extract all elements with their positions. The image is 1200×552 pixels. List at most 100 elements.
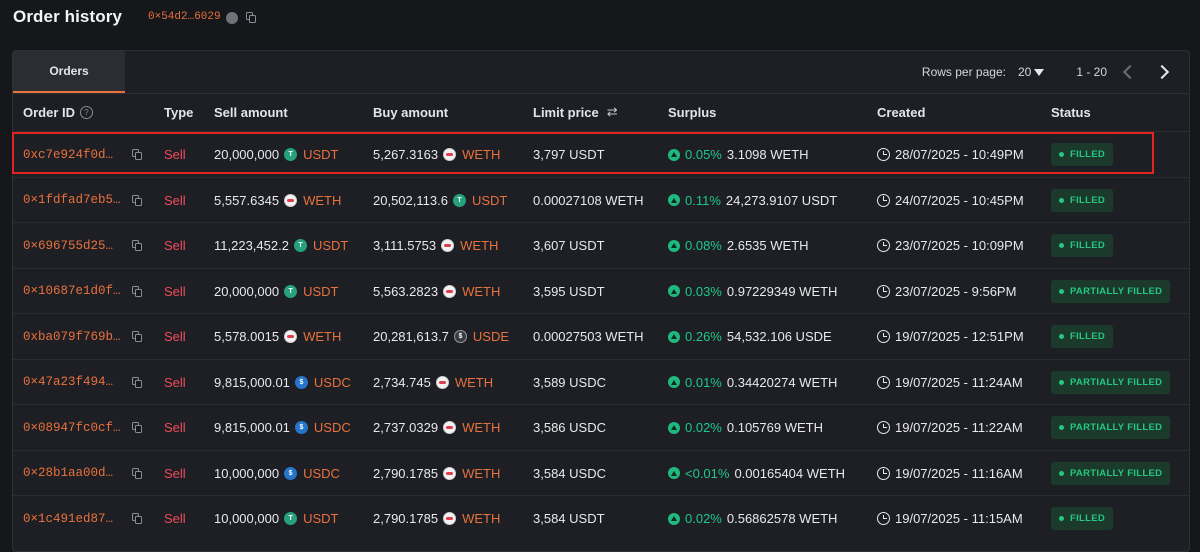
surplus-percent: <0.01% — [685, 465, 730, 481]
status-dot-icon — [1059, 425, 1064, 431]
order-id-link[interactable]: 0×47a23f494… — [23, 375, 113, 389]
token-symbol: USDT — [303, 283, 339, 299]
status-dot-icon — [1059, 243, 1064, 249]
created-date: 19/07/2025 - 11:22AM — [895, 420, 1023, 436]
surplus-cell: 0.08% 2.6535 WETH — [668, 223, 809, 269]
buy-amount: 2,790.1785 — [373, 511, 439, 527]
chevron-right-icon — [1154, 64, 1170, 80]
sell-token-icon: T — [284, 148, 298, 162]
sell-amount: 9,815,000.01 — [214, 374, 290, 390]
copy-icon[interactable] — [132, 149, 142, 161]
sell-amount: 5,578.0015 — [214, 329, 280, 345]
copy-icon[interactable] — [132, 194, 142, 206]
table-row[interactable]: 0×47a23f494… Sell 9,815,000.01 $ USDC 2,73… — [13, 358, 1189, 406]
created-date: 19/07/2025 - 12:51PM — [895, 329, 1024, 345]
order-id-link[interactable]: 0×696755d25… — [23, 239, 113, 253]
table-row[interactable]: 0×696755d25… Sell 11,223,452.2 T USDT 3,11… — [13, 222, 1189, 269]
surplus-cell: 0.11% 24,273.9107 USDT — [668, 178, 837, 224]
account-address[interactable]: 0×54d2…6029 — [148, 11, 221, 23]
help-icon[interactable]: ? — [80, 105, 94, 119]
sell-amount: 11,223,452.2 — [214, 238, 289, 254]
status-badge: FILLED — [1051, 188, 1114, 212]
buy-amount: 2,790.1785 — [373, 465, 439, 481]
sell-amount: 9,815,000.01 — [214, 420, 290, 436]
created-date: 19/07/2025 - 11:15AM — [895, 511, 1023, 527]
copy-icon[interactable] — [132, 240, 142, 252]
table-row[interactable]: 0×28b1aa00d… Sell 10,000,000 $ USDC 2,790.… — [13, 449, 1189, 497]
created-date: 28/07/2025 - 10:49PM — [895, 147, 1024, 163]
surplus-cell: 0.26% 54,532.106 USDE — [668, 314, 832, 360]
col-sell-amount: Sell amount — [214, 104, 288, 120]
created-date: 19/07/2025 - 11:24AM — [895, 374, 1023, 390]
previous-page-button[interactable] — [1121, 63, 1139, 81]
sell-amount-cell: 20,000,000 T USDT — [214, 269, 338, 315]
buy-token-icon — [443, 421, 457, 435]
order-id-link[interactable]: 0xba079f769b… — [23, 330, 121, 344]
copy-icon[interactable] — [132, 376, 142, 388]
limit-price: 3,607 USDT — [533, 238, 605, 254]
buy-amount: 20,502,113.6 — [373, 192, 448, 208]
surplus-cell: 0.03% 0.97229349 WETH — [668, 269, 837, 315]
col-order-id: Order ID? — [23, 94, 94, 130]
order-id-link[interactable]: 0×10687e1d0f… — [23, 284, 121, 298]
buy-amount: 5,563.2823 — [373, 283, 439, 299]
rows-per-page-select[interactable]: 20 — [1018, 65, 1045, 79]
sell-amount-cell: 5,578.0015 WETH — [214, 314, 341, 360]
next-page-button[interactable] — [1153, 63, 1171, 81]
surplus-percent: 0.26% — [685, 329, 722, 345]
chevron-left-icon — [1122, 64, 1138, 80]
table-row[interactable]: 0×1c491ed87… Sell 10,000,000 T USDT 2,790.… — [13, 495, 1189, 542]
sell-amount: 20,000,000 — [214, 147, 280, 163]
copy-icon[interactable] — [132, 467, 142, 479]
status-label: FILLED — [1070, 331, 1106, 343]
copy-icon[interactable] — [132, 331, 142, 343]
sell-amount: 5,557.6345 — [214, 192, 280, 208]
swap-icon[interactable]: ⇄ — [607, 104, 618, 120]
sell-token-icon: $ — [294, 375, 308, 389]
order-id-link[interactable]: 0×1c491ed87… — [23, 512, 113, 526]
tab-orders[interactable]: Orders — [13, 51, 125, 93]
surplus-cell: 0.02% 0.56862578 WETH — [668, 496, 837, 542]
order-type: Sell — [164, 147, 186, 163]
order-id-link[interactable]: 0xc7e924f0d… — [23, 148, 113, 162]
table-row[interactable]: 0×10687e1d0f… Sell 20,000,000 T USDT 5,563… — [13, 267, 1189, 315]
buy-amount-cell: 2,734.745 WETH — [373, 360, 493, 406]
token-symbol: WETH — [462, 511, 501, 527]
table-row[interactable]: 0xba079f769b… Sell 5,578.0015 WETH 20,281… — [13, 313, 1189, 360]
order-id-link[interactable]: 0×28b1aa00d… — [23, 466, 113, 480]
sell-amount-cell: 9,815,000.01 $ USDC — [214, 360, 351, 406]
table-row[interactable]: 0xc7e924f0d… Sell 20,000,000 T USDT 5,267.… — [13, 131, 1189, 178]
buy-amount: 20,281,613.7 — [373, 329, 449, 345]
token-symbol: WETH — [303, 329, 342, 345]
sell-amount: 10,000,000 — [214, 465, 280, 481]
created-date: 19/07/2025 - 11:16AM — [895, 465, 1023, 481]
order-id-link[interactable]: 0×1fdfad7eb5… — [23, 193, 121, 207]
status-label: PARTIALLY FILLED — [1070, 467, 1163, 479]
status-badge: PARTIALLY FILLED — [1051, 279, 1171, 303]
surplus-percent: 0.01% — [685, 374, 722, 390]
status-label: PARTIALLY FILLED — [1070, 285, 1163, 297]
copy-icon[interactable] — [132, 285, 142, 297]
table-row[interactable]: 0×1fdfad7eb5… Sell 5,557.6345 WETH 20,502… — [13, 176, 1189, 224]
buy-token-icon: $ — [453, 330, 467, 344]
sell-token-icon: $ — [294, 421, 308, 435]
status-badge: FILLED — [1051, 143, 1114, 167]
surplus-cell: 0.05% 3.1098 WETH — [668, 132, 809, 178]
copy-icon[interactable] — [132, 422, 142, 434]
token-symbol: WETH — [460, 238, 499, 254]
orders-panel: Orders Rows per page: 20 1 - 20 Order ID… — [12, 50, 1190, 552]
created-cell: 19/07/2025 - 12:51PM — [877, 314, 1024, 360]
col-status: Status — [1051, 104, 1091, 120]
created-cell: 23/07/2025 - 10:09PM — [877, 223, 1024, 269]
sell-amount-cell: 20,000,000 T USDT — [214, 132, 338, 178]
token-symbol: WETH — [462, 465, 501, 481]
status-label: FILLED — [1070, 149, 1106, 161]
sell-amount-cell: 11,223,452.2 T USDT — [214, 223, 348, 269]
table-row[interactable]: 0×08947fc0cf… Sell 9,815,000.01 $ USDC 2,7… — [13, 404, 1189, 451]
copy-icon[interactable] — [245, 11, 256, 23]
explorer-link-icon[interactable] — [225, 12, 238, 24]
copy-icon[interactable] — [132, 513, 142, 525]
order-id-link[interactable]: 0×08947fc0cf… — [23, 421, 121, 435]
limit-price: 3,797 USDT — [533, 147, 605, 163]
created-cell: 19/07/2025 - 11:22AM — [877, 405, 1023, 451]
